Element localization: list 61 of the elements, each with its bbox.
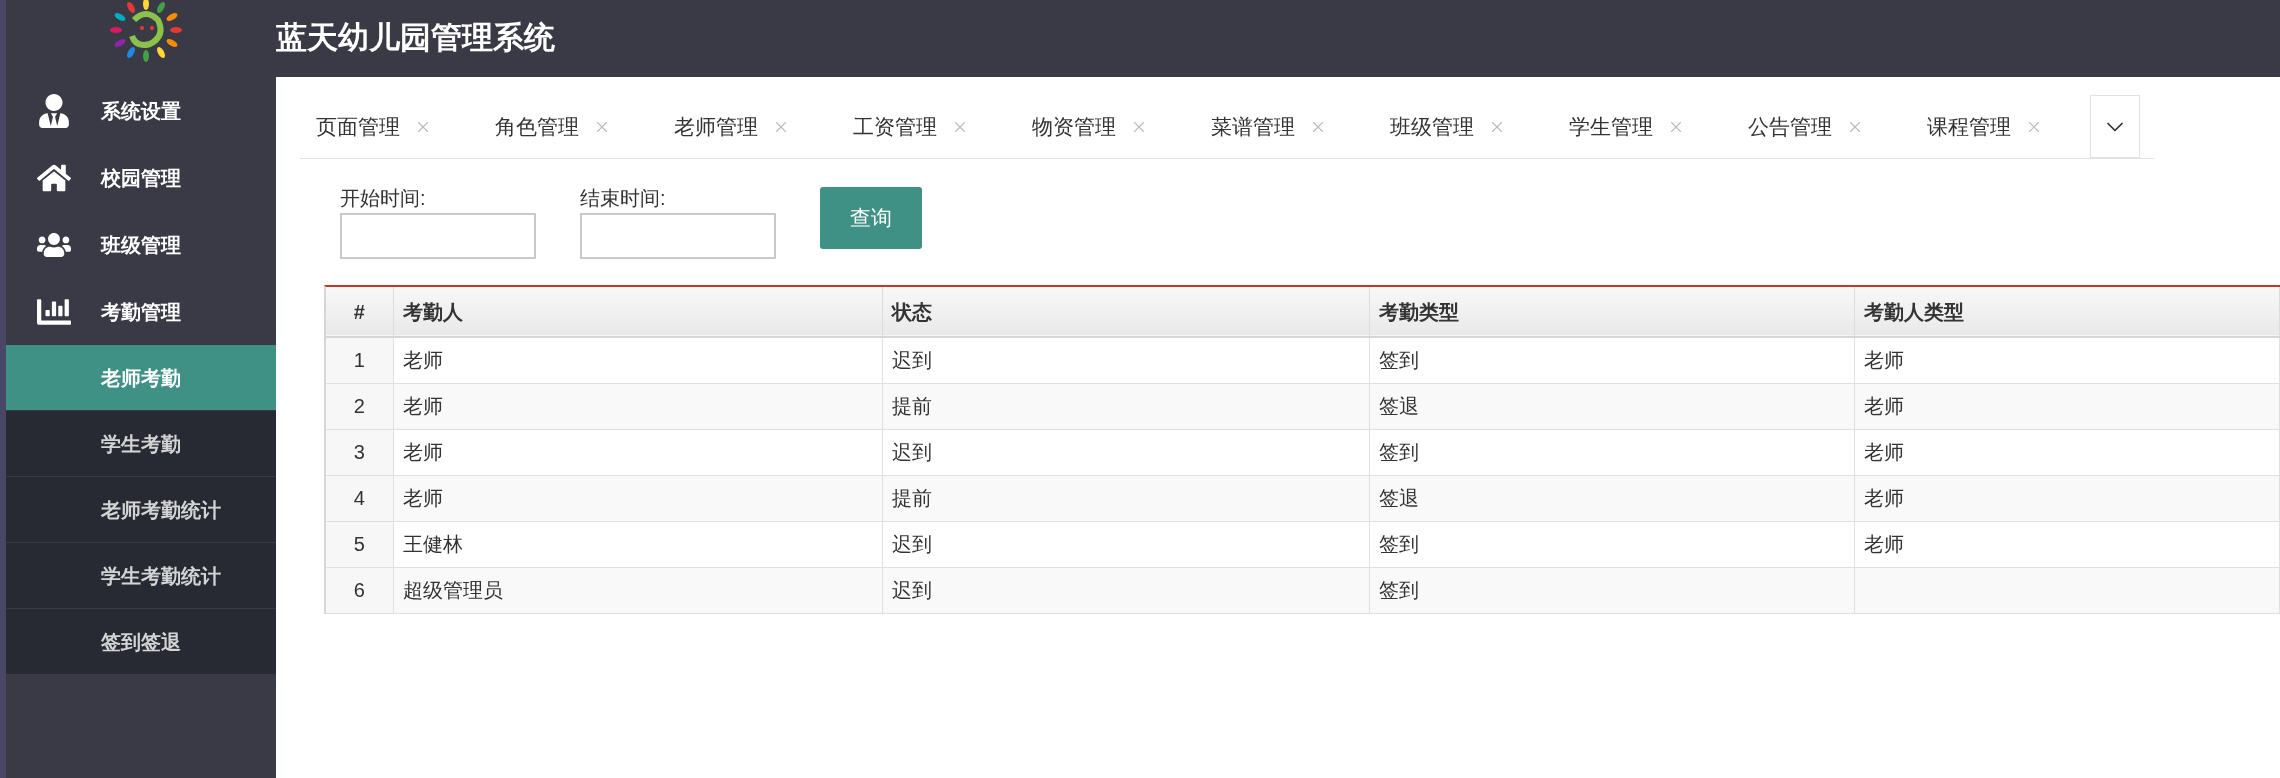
table-cell: 签退	[1369, 383, 1854, 429]
person-icon	[36, 93, 71, 128]
column-header: 考勤人	[393, 287, 882, 337]
table-cell: 老师	[1854, 475, 2280, 521]
tab[interactable]: 公告管理	[1732, 95, 1911, 158]
date-field[interactable]	[340, 213, 536, 259]
table-cell: 王健林	[393, 521, 882, 567]
table-cell: 老师	[1854, 521, 2280, 567]
tab[interactable]: 工资管理	[837, 95, 1016, 158]
table-cell: 签到	[1369, 567, 1854, 613]
submenu-item[interactable]: 老师考勤	[6, 345, 276, 411]
sidebar-item[interactable]: 考勤管理	[6, 278, 276, 345]
app-title: 蓝天幼儿园管理系统	[276, 19, 555, 58]
table-cell: 迟到	[882, 567, 1369, 613]
table-cell: 迟到	[882, 521, 1369, 567]
table-cell: 老师	[393, 475, 882, 521]
table-cell: 3	[326, 429, 393, 475]
tab[interactable]: 老师管理	[658, 95, 837, 158]
tab[interactable]: 角色管理	[479, 95, 658, 158]
table-cell: 超级管理员	[393, 567, 882, 613]
submenu-item[interactable]: 学生考勤	[6, 411, 276, 477]
table-cell: 老师	[1854, 383, 2280, 429]
table-cell: 签到	[1369, 521, 1854, 567]
table-cell: 4	[326, 475, 393, 521]
submenu-item[interactable]: 学生考勤统计	[6, 543, 276, 609]
table-cell: 老师	[1854, 337, 2280, 383]
table-cell: 老师	[393, 337, 882, 383]
table-cell: 迟到	[882, 337, 1369, 383]
table-cell: 提前	[882, 475, 1369, 521]
table-cell: 老师	[1854, 429, 2280, 475]
table-cell: 签到	[1369, 337, 1854, 383]
table-cell: 迟到	[882, 429, 1369, 475]
table-cell: 6	[326, 567, 393, 613]
field-label: 开始时间:	[340, 186, 427, 211]
table-cell: 签退	[1369, 475, 1854, 521]
tab[interactable]: 页面管理	[300, 95, 479, 158]
table-cell: 1	[326, 337, 393, 383]
tab[interactable]: 学生管理	[1553, 95, 1732, 158]
table-cell: 提前	[882, 383, 1369, 429]
submenu-item[interactable]: 签到签退	[6, 609, 276, 675]
column-header: 状态	[882, 287, 1369, 337]
table-cell: 老师	[393, 429, 882, 475]
table-cell: 2	[326, 383, 393, 429]
tab[interactable]: 班级管理	[1374, 95, 1553, 158]
field-label: 结束时间:	[580, 186, 667, 211]
table-cell: 5	[326, 521, 393, 567]
submenu-item[interactable]: 老师考勤统计	[6, 477, 276, 543]
column-header: #	[326, 287, 393, 337]
tab[interactable]: 课程管理	[1911, 95, 2090, 158]
table-cell: 老师	[393, 383, 882, 429]
date-field[interactable]	[580, 213, 776, 259]
column-header: 考勤类型	[1369, 287, 1854, 337]
tab[interactable]: 物资管理	[1016, 95, 1195, 158]
sidebar-item[interactable]: 校园管理	[6, 144, 276, 211]
search-button[interactable]: 查询	[820, 187, 922, 249]
tab[interactable]: 菜谱管理	[1195, 95, 1374, 158]
tab-menu-button[interactable]	[2090, 95, 2140, 158]
sidebar-item[interactable]: 班级管理	[6, 211, 276, 278]
table-cell: 签到	[1369, 429, 1854, 475]
sidebar-item[interactable]: 系统设置	[6, 77, 276, 144]
column-header: 考勤人类型	[1854, 287, 2280, 337]
